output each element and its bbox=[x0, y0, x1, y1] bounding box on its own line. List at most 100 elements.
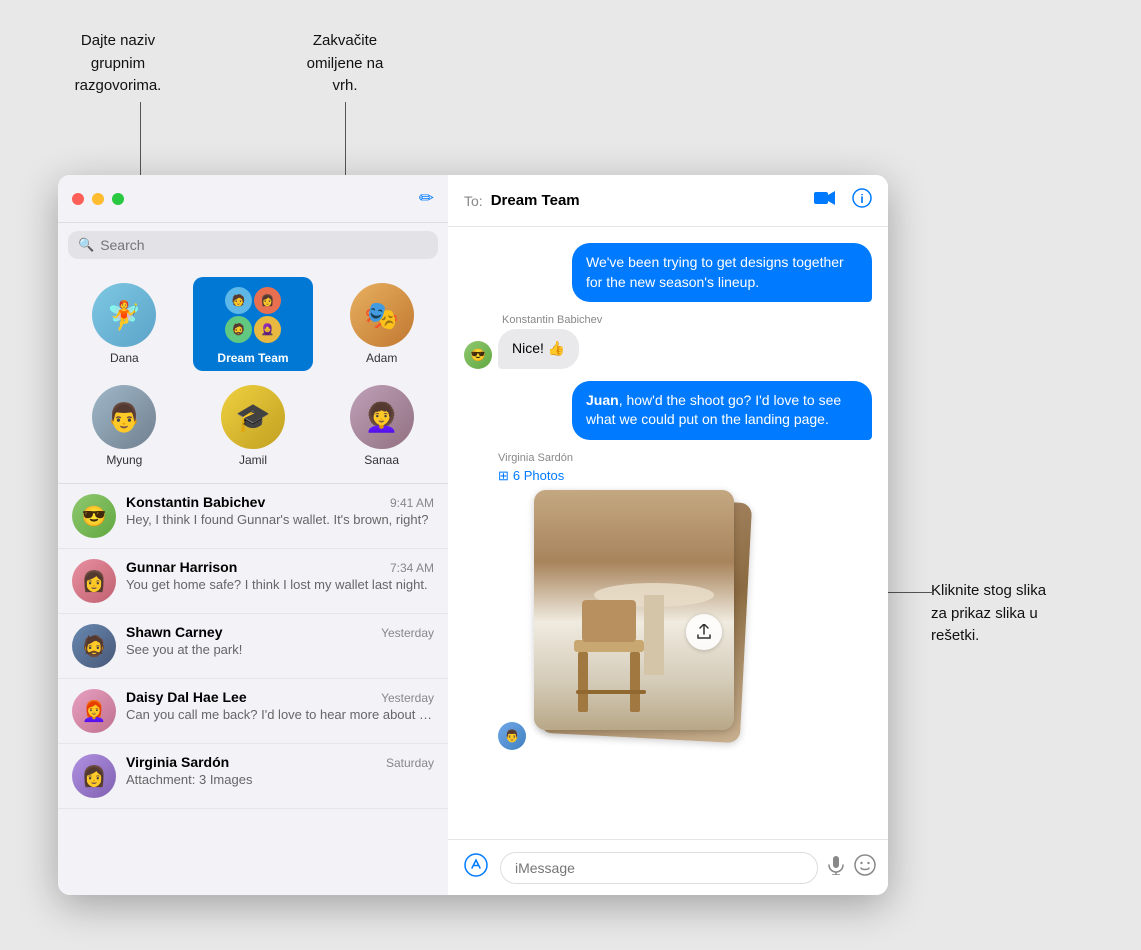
conv-time-shawn: Yesterday bbox=[381, 626, 434, 640]
conv-info-virginia: Virginia Sardón Saturday Attachment: 3 I… bbox=[126, 754, 434, 787]
group-mini-2: 👩 bbox=[254, 287, 281, 314]
conv-preview-gunnar: You get home safe? I think I lost my wal… bbox=[126, 577, 434, 592]
conv-header-virginia: Virginia Sardón Saturday bbox=[126, 754, 434, 770]
pinned-item-dream-team[interactable]: 🧑 👩 🧔 🧕 Dream Team bbox=[193, 277, 314, 371]
pinned-label-sanaa: Sanaa bbox=[364, 453, 399, 467]
app-window: ✏ 🔍 🧚 Dana 🧑 👩 🧔 bbox=[58, 175, 888, 895]
pinned-label-dana: Dana bbox=[110, 351, 139, 365]
conv-info-daisy: Daisy Dal Hae Lee Yesterday Can you call… bbox=[126, 689, 434, 722]
conv-header-daisy: Daisy Dal Hae Lee Yesterday bbox=[126, 689, 434, 705]
message-photo-juan: Virginia Sardón ⊞ 6 Photos 👨 bbox=[464, 452, 872, 750]
photo-stack[interactable] bbox=[534, 490, 754, 750]
avatar-sanaa: 👩‍🦱 bbox=[350, 385, 414, 449]
pinned-label-myung: Myung bbox=[106, 453, 142, 467]
avatar-myung: 👨 bbox=[92, 385, 156, 449]
share-button[interactable] bbox=[686, 614, 722, 650]
annotation-pin-favorites: Zakvačiteomiljene navrh. bbox=[285, 30, 405, 98]
conv-avatar-daisy: 👩‍🦰 bbox=[72, 689, 116, 733]
search-bar[interactable]: 🔍 bbox=[68, 231, 438, 259]
conv-time-daisy: Yesterday bbox=[381, 691, 434, 705]
to-label: To: bbox=[464, 193, 483, 209]
photo-sender: Virginia Sardón bbox=[498, 452, 754, 464]
photo-section: Virginia Sardón ⊞ 6 Photos 👨 bbox=[498, 452, 754, 750]
conv-info-konstantin: Konstantin Babichev 9:41 AM Hey, I think… bbox=[126, 494, 434, 527]
info-icon[interactable]: i bbox=[852, 188, 872, 213]
pinned-item-jamil[interactable]: 🎓 Jamil bbox=[193, 379, 314, 473]
avatar-adam: 🎭 bbox=[350, 283, 414, 347]
video-call-icon[interactable] bbox=[814, 190, 836, 211]
conv-name-konstantin: Konstantin Babichev bbox=[126, 494, 265, 510]
chat-header-icons: i bbox=[814, 188, 872, 213]
emoji-button[interactable] bbox=[854, 854, 876, 882]
conv-info-gunnar: Gunnar Harrison 7:34 AM You get home saf… bbox=[126, 559, 434, 592]
conv-item-virginia[interactable]: 👩 Virginia Sardón Saturday Attachment: 3… bbox=[58, 744, 448, 809]
conv-header-shawn: Shawn Carney Yesterday bbox=[126, 624, 434, 640]
pinned-item-sanaa[interactable]: 👩‍🦱 Sanaa bbox=[321, 379, 442, 473]
audio-button[interactable] bbox=[826, 855, 846, 881]
maximize-button[interactable] bbox=[112, 193, 124, 205]
conv-name-virginia: Virginia Sardón bbox=[126, 754, 229, 770]
message-with-avatar-konstantin: 😎 Nice! 👍 bbox=[464, 329, 579, 369]
group-mini-3: 🧔 bbox=[225, 316, 252, 343]
conv-header-gunnar: Gunnar Harrison 7:34 AM bbox=[126, 559, 434, 575]
conv-preview-shawn: See you at the park! bbox=[126, 642, 434, 657]
svg-text:i: i bbox=[860, 192, 863, 206]
conv-preview-virginia: Attachment: 3 Images bbox=[126, 772, 434, 787]
conv-preview-daisy: Can you call me back? I'd love to hear m… bbox=[126, 707, 434, 722]
conv-avatar-gunnar: 👩 bbox=[72, 559, 116, 603]
message-received-konstantin: Konstantin Babichev 😎 Nice! 👍 bbox=[464, 314, 872, 369]
message-sent-1: We've been trying to get designs togethe… bbox=[464, 243, 872, 302]
annotation-photo-stack: Kliknite stog slikaza prikaz slika ureše… bbox=[931, 580, 1111, 648]
sidebar: ✏ 🔍 🧚 Dana 🧑 👩 🧔 bbox=[58, 175, 448, 895]
photo-card-front[interactable] bbox=[534, 490, 734, 730]
chat-area: To: Dream Team i bbox=[448, 175, 888, 895]
chat-recipient: Dream Team bbox=[491, 192, 806, 209]
compose-button[interactable]: ✏ bbox=[419, 188, 434, 209]
search-icon: 🔍 bbox=[78, 237, 94, 253]
conv-time-virginia: Saturday bbox=[386, 756, 434, 770]
conv-item-shawn[interactable]: 🧔 Shawn Carney Yesterday See you at the … bbox=[58, 614, 448, 679]
message-sent-2: Juan, how'd the shoot go? I'd love to se… bbox=[464, 381, 872, 440]
group-mini-1: 🧑 bbox=[225, 287, 252, 314]
conv-item-daisy[interactable]: 👩‍🦰 Daisy Dal Hae Lee Yesterday Can you … bbox=[58, 679, 448, 744]
pinned-label-dream-team: Dream Team bbox=[217, 351, 288, 365]
conv-item-konstantin[interactable]: 😎 Konstantin Babichev 9:41 AM Hey, I thi… bbox=[58, 484, 448, 549]
sender-name-konstantin: Konstantin Babichev bbox=[502, 314, 602, 326]
pinned-section: 🧚 Dana 🧑 👩 🧔 🧕 Dream Team 🎭 bbox=[58, 267, 448, 484]
titlebar: ✏ bbox=[58, 175, 448, 223]
conv-avatar-konstantin: 😎 bbox=[72, 494, 116, 538]
group-mini-4: 🧕 bbox=[254, 316, 281, 343]
chat-header: To: Dream Team i bbox=[448, 175, 888, 227]
msg-avatar-juan: 👨 bbox=[498, 722, 526, 750]
pinned-label-jamil: Jamil bbox=[239, 453, 267, 467]
message-input[interactable] bbox=[500, 852, 818, 884]
msg-avatar-konstantin: 😎 bbox=[464, 341, 492, 369]
photo-label: ⊞ 6 Photos bbox=[498, 468, 754, 484]
messages-area: We've been trying to get designs togethe… bbox=[448, 227, 888, 839]
bubble-sent-1: We've been trying to get designs togethe… bbox=[572, 243, 872, 302]
conv-header-konstantin: Konstantin Babichev 9:41 AM bbox=[126, 494, 434, 510]
bubble-sent-2: Juan, how'd the shoot go? I'd love to se… bbox=[572, 381, 872, 440]
conv-name-shawn: Shawn Carney bbox=[126, 624, 222, 640]
conv-time-konstantin: 9:41 AM bbox=[390, 496, 434, 510]
avatar-dana: 🧚 bbox=[92, 283, 156, 347]
close-button[interactable] bbox=[72, 193, 84, 205]
bold-juan: Juan bbox=[586, 392, 619, 408]
pinned-item-dana[interactable]: 🧚 Dana bbox=[64, 277, 185, 371]
pinned-label-adam: Adam bbox=[366, 351, 397, 365]
conv-avatar-shawn: 🧔 bbox=[72, 624, 116, 668]
app-store-button[interactable] bbox=[460, 852, 492, 884]
pinned-item-adam[interactable]: 🎭 Adam bbox=[321, 277, 442, 371]
conv-preview-konstantin: Hey, I think I found Gunnar's wallet. It… bbox=[126, 512, 434, 527]
input-bar bbox=[448, 839, 888, 895]
minimize-button[interactable] bbox=[92, 193, 104, 205]
conv-name-daisy: Daisy Dal Hae Lee bbox=[126, 689, 247, 705]
conv-item-gunnar[interactable]: 👩 Gunnar Harrison 7:34 AM You get home s… bbox=[58, 549, 448, 614]
annotation-group-name: Dajte nazivgrupnimrazgovorima. bbox=[58, 30, 178, 98]
search-input[interactable] bbox=[100, 237, 428, 253]
conv-info-shawn: Shawn Carney Yesterday See you at the pa… bbox=[126, 624, 434, 657]
conv-name-gunnar: Gunnar Harrison bbox=[126, 559, 237, 575]
conv-avatar-virginia: 👩 bbox=[72, 754, 116, 798]
grid-icon: ⊞ bbox=[498, 468, 509, 484]
pinned-item-myung[interactable]: 👨 Myung bbox=[64, 379, 185, 473]
